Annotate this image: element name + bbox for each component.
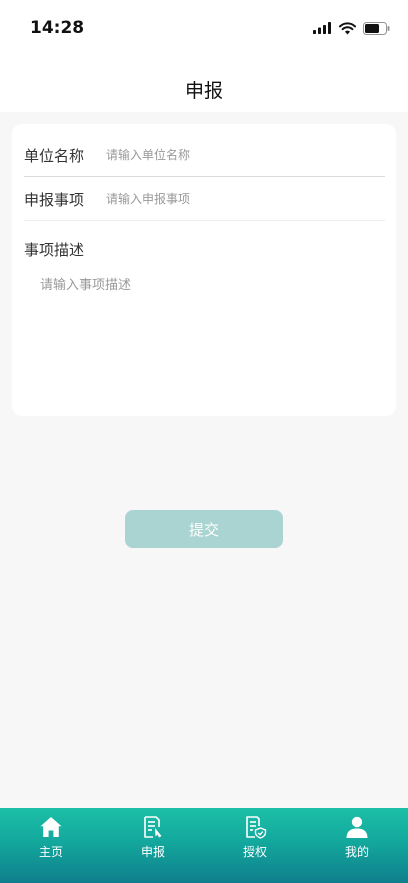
report-item-input[interactable] bbox=[104, 191, 385, 207]
wifi-icon bbox=[339, 21, 356, 34]
page-title: 申报 bbox=[184, 80, 223, 102]
tab-bar: 主页 申报 授权 我的 bbox=[0, 808, 408, 883]
navigation-bar: 申报 bbox=[0, 58, 408, 112]
status-icons bbox=[313, 20, 390, 36]
tab-report[interactable]: 申报 bbox=[102, 808, 204, 883]
tab-authorize[interactable]: 授权 bbox=[204, 808, 306, 883]
unit-name-row: 单位名称 bbox=[24, 134, 385, 177]
submit-button[interactable]: 提交 bbox=[125, 510, 283, 548]
home-icon bbox=[40, 817, 62, 837]
report-form-card: 单位名称 申报事项 事项描述 bbox=[12, 124, 396, 416]
tab-home-label: 主页 bbox=[38, 845, 63, 859]
status-bar: 14:28 bbox=[0, 0, 408, 58]
battery-icon bbox=[363, 21, 390, 35]
tab-profile-label: 我的 bbox=[344, 845, 369, 859]
unit-name-input[interactable] bbox=[104, 147, 385, 163]
description-textarea[interactable] bbox=[38, 272, 382, 406]
authorize-icon bbox=[246, 816, 267, 839]
report-icon bbox=[144, 816, 162, 838]
tab-report-label: 申报 bbox=[140, 845, 165, 859]
report-item-label: 申报事项 bbox=[24, 190, 85, 209]
tab-home[interactable]: 主页 bbox=[0, 808, 102, 883]
unit-name-label: 单位名称 bbox=[24, 146, 85, 165]
tab-authorize-label: 授权 bbox=[242, 845, 267, 859]
signal-icon bbox=[313, 22, 331, 34]
report-item-row: 申报事项 bbox=[24, 178, 385, 221]
user-icon bbox=[346, 816, 368, 838]
status-time: 14:28 bbox=[30, 18, 85, 38]
tab-profile[interactable]: 我的 bbox=[306, 808, 408, 883]
description-label: 事项描述 bbox=[24, 241, 85, 259]
